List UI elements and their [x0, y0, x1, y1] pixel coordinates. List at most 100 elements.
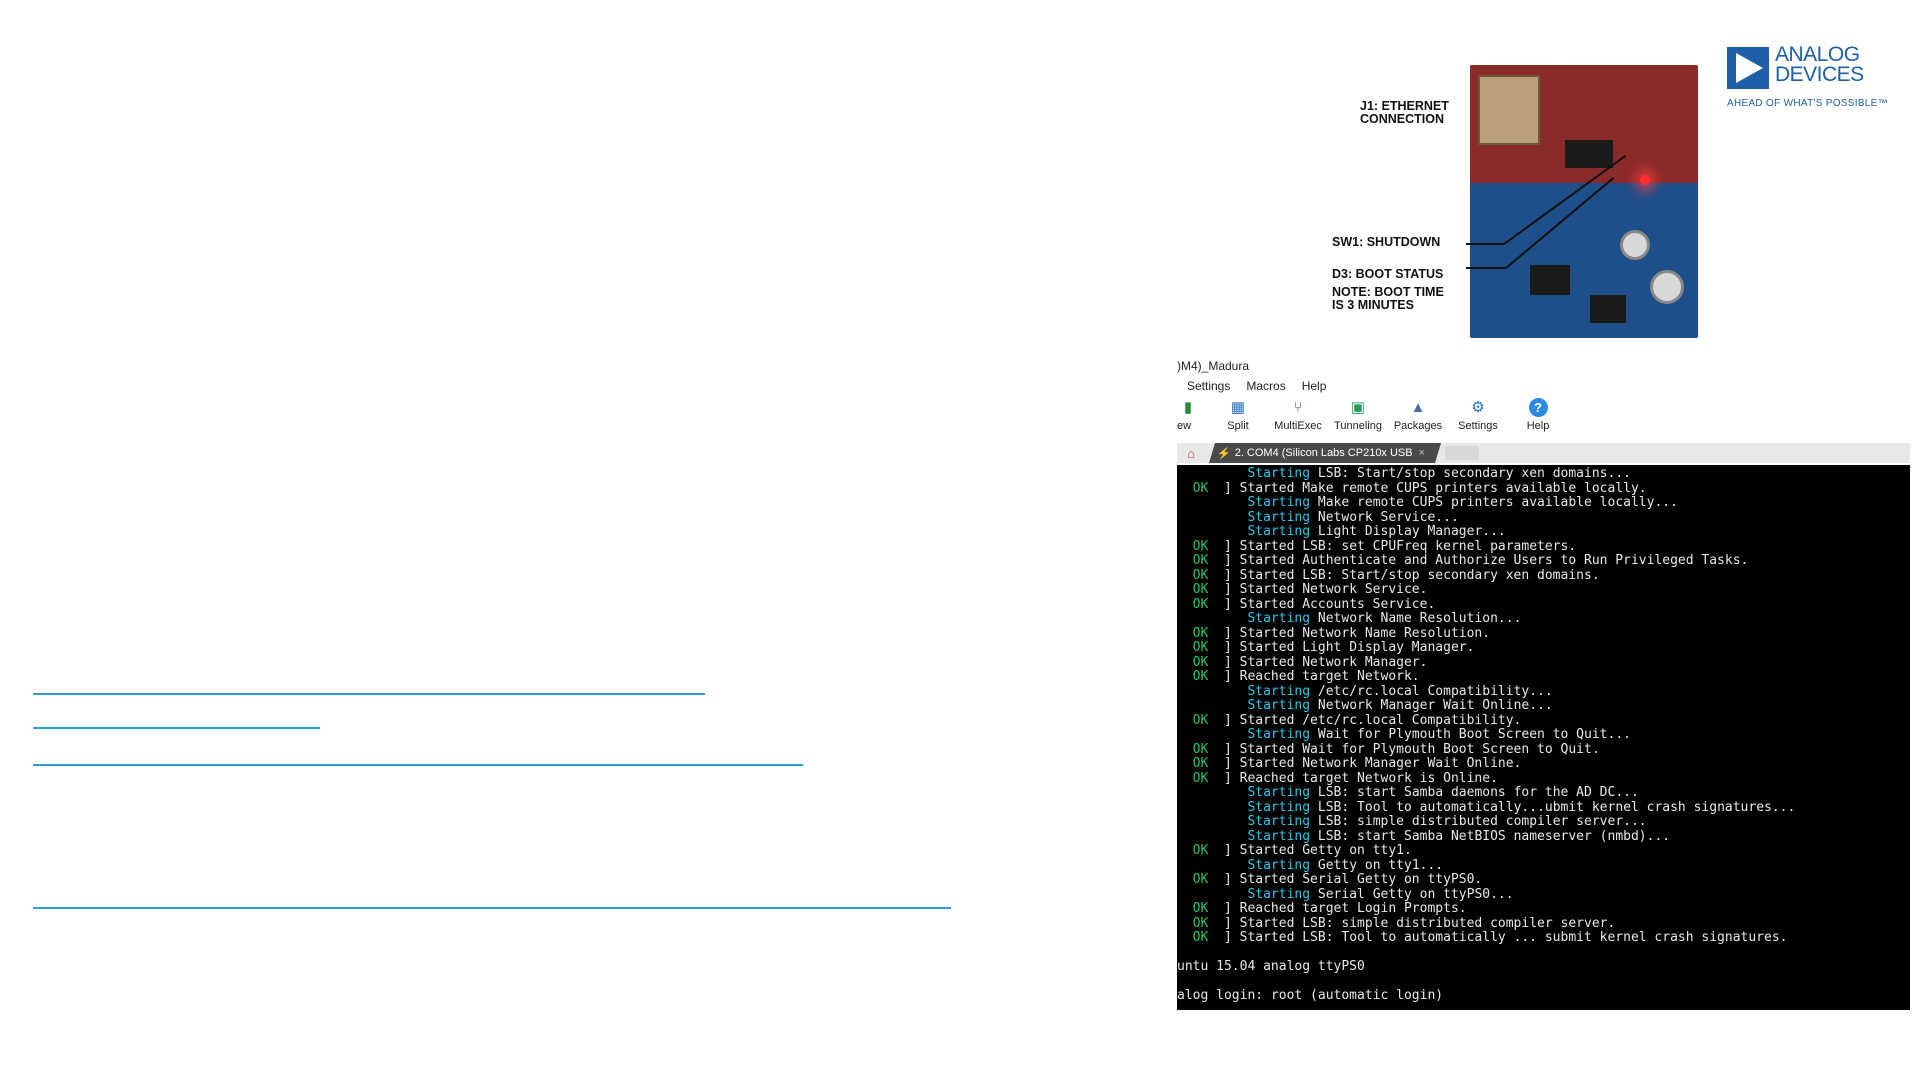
menu-macros[interactable]: Macros [1246, 379, 1285, 393]
terminal-line-text: ] Started /etc/rc.local Compatibility. [1208, 712, 1522, 728]
terminal-line-text: ] Started Make remote CUPS printers avai… [1208, 480, 1647, 496]
starting-status: Starting [1247, 495, 1311, 510]
tab-bar: ⌂ ⚡ 2. COM4 (Silicon Labs CP210x USB × [1177, 443, 1910, 463]
toolbar-help-button[interactable]: ? Help [1508, 397, 1568, 439]
terminal-line-text: Network Name Resolution... [1310, 611, 1522, 626]
terminal-line: OK ] Started Accounts Service. [1177, 597, 1910, 613]
toolbar-packages-button[interactable]: ▲ Packages [1388, 397, 1448, 439]
slide-link-1[interactable] [33, 693, 705, 695]
toolbar-split-button[interactable]: ▦ Split [1208, 397, 1268, 439]
terminal-line-text: ] Started Light Display Manager. [1208, 640, 1475, 655]
starting-status: Starting [1247, 857, 1311, 873]
terminal-line-text: ] Started Authenticate and Authorize Use… [1208, 553, 1749, 568]
ok-status: OK [1192, 640, 1209, 655]
terminal-line: Starting Network Service... [1177, 510, 1910, 526]
menu-bar: Settings Macros Help [1187, 379, 1326, 393]
starting-status: Starting [1247, 727, 1311, 742]
toolbar-tunneling-button[interactable]: ▣ Tunneling [1328, 397, 1388, 439]
terminal-line: Starting Serial Getty on ttyPS0... [1177, 886, 1910, 903]
toolbar-multiexec-button[interactable]: ⑂ MultiExec [1268, 397, 1328, 439]
terminal-line: OK ] Started Light Display Manager. [1177, 640, 1910, 656]
terminal-line-text: LSB: Tool to automatically...ubmit kerne… [1310, 799, 1796, 815]
terminal-line-text: ] Reached target Network is Online. [1208, 770, 1498, 786]
tab-close-icon[interactable]: × [1419, 447, 1425, 459]
packages-icon: ▲ [1410, 398, 1426, 416]
terminal-line-text: LSB: start Samba NetBIOS nameserver (nmb… [1310, 828, 1671, 844]
terminal-line: OK ] Started /etc/rc.local Compatibility… [1177, 712, 1910, 729]
terminal-line: OK ] Started Network Service. [1177, 582, 1910, 598]
terminal-line-text: ] Started Network Name Resolution. [1208, 625, 1491, 641]
tab-com4[interactable]: ⚡ 2. COM4 (Silicon Labs CP210x USB × [1209, 443, 1441, 463]
toolbar-settings-button[interactable]: ⚙ Settings [1448, 397, 1508, 439]
settings-icon: ⚙ [1471, 399, 1485, 416]
ok-status: OK [1192, 770, 1209, 786]
ok-status: OK [1192, 654, 1209, 670]
starting-status: Starting [1247, 814, 1311, 829]
callout-boot-note: NOTE: BOOT TIME IS 3 MINUTES [1332, 285, 1444, 312]
help-icon: ? [1527, 397, 1549, 417]
terminal-line: Starting Network Name Resolution... [1177, 611, 1910, 627]
terminal-line: OK ] Started LSB: set CPUFreq kernel par… [1177, 538, 1910, 555]
callout-ethernet: J1: ETHERNET CONNECTION [1360, 99, 1449, 126]
terminal-line-text: Getty on tty1... [1310, 857, 1444, 873]
starting-status: Starting [1247, 886, 1311, 902]
terminal-line: OK ] Started Network Manager. [1177, 654, 1910, 671]
serial-plug-icon: ⚡ [1217, 447, 1231, 460]
terminal-line: OK ] Started Authenticate and Authorize … [1177, 553, 1910, 569]
home-tab[interactable]: ⌂ [1177, 443, 1205, 463]
terminal-line-text: Make remote CUPS printers available loca… [1310, 495, 1678, 510]
menu-help[interactable]: Help [1302, 379, 1327, 393]
terminal-line-text: LSB: simple distributed compiler server.… [1310, 814, 1647, 829]
new-tab-button[interactable] [1445, 446, 1479, 460]
terminal-line: OK ] Started Getty on tty1. [1177, 843, 1910, 859]
terminal-line: OK ] Started Network Name Resolution. [1177, 625, 1910, 642]
terminal-line-text: ] Started Wait for Plymouth Boot Screen … [1208, 741, 1600, 757]
play-triangle-icon [1727, 47, 1769, 89]
terminal-line: Starting Wait for Plymouth Boot Screen t… [1177, 727, 1910, 743]
ok-status: OK [1192, 582, 1209, 597]
terminal-line: OK ] Started Serial Getty on ttyPS0. [1177, 872, 1910, 888]
multiexec-icon: ⑂ [1293, 398, 1303, 416]
terminal-line: OK ] Started Make remote CUPS printers a… [1177, 480, 1910, 497]
terminal-line: Starting Light Display Manager... [1177, 524, 1910, 540]
ok-status: OK [1192, 915, 1209, 931]
terminal-line-text: ] Started LSB: Tool to automatically ...… [1208, 930, 1788, 945]
ok-status: OK [1192, 567, 1209, 583]
terminal-line-text: LSB: Start/stop secondary xen domains... [1310, 466, 1631, 481]
terminal-line: Starting Network Manager Wait Online... [1177, 698, 1910, 714]
slide-link-3[interactable] [33, 764, 803, 766]
terminal-line: Starting LSB: simple distributed compile… [1177, 814, 1910, 830]
terminal-line: OK ] Reached target Login Prompts. [1177, 901, 1910, 917]
ok-status: OK [1192, 712, 1209, 728]
terminal-app-window: )M4)_Madura Settings Macros Help ▮ ew ▦ … [1177, 355, 1910, 1010]
starting-status: Starting [1247, 524, 1311, 539]
window-title: )M4)_Madura [1177, 359, 1250, 373]
terminal-line: OK ] Reached target Network is Online. [1177, 770, 1910, 787]
tunneling-icon: ▣ [1350, 399, 1366, 416]
slide-link-4[interactable] [33, 907, 951, 909]
terminal-line: Starting Make remote CUPS printers avail… [1177, 495, 1910, 511]
terminal-line: Starting LSB: start Samba NetBIOS namese… [1177, 828, 1910, 845]
terminal-line-text: ] Started Network Manager. [1208, 654, 1428, 670]
terminal-line: OK ] Reached target Network. [1177, 669, 1910, 685]
terminal-line-text: /etc/rc.local Compatibility... [1310, 683, 1553, 699]
starting-status: Starting [1247, 698, 1311, 713]
terminal-line-text: ] Started LSB: Start/stop secondary xen … [1208, 567, 1600, 583]
starting-status: Starting [1247, 466, 1311, 481]
terminal-line: alog login: root (automatic login) [1177, 988, 1444, 1003]
starting-status: Starting [1247, 611, 1311, 626]
terminal-line-text: LSB: start Samba daemons for the AD DC..… [1310, 785, 1639, 800]
home-icon: ⌂ [1187, 445, 1195, 461]
terminal-line-text: ] Started LSB: set CPUFreq kernel parame… [1208, 538, 1577, 554]
starting-status: Starting [1247, 785, 1311, 800]
slide-link-2[interactable] [33, 727, 320, 729]
menu-settings[interactable]: Settings [1187, 379, 1230, 393]
starting-status: Starting [1247, 828, 1311, 844]
ok-status: OK [1192, 538, 1209, 554]
ok-status: OK [1192, 756, 1209, 771]
toolbar-session-button[interactable]: ▮ ew [1177, 397, 1201, 439]
starting-status: Starting [1247, 799, 1311, 815]
terminal-output[interactable]: Starting LSB: Start/stop secondary xen d… [1177, 465, 1910, 1010]
